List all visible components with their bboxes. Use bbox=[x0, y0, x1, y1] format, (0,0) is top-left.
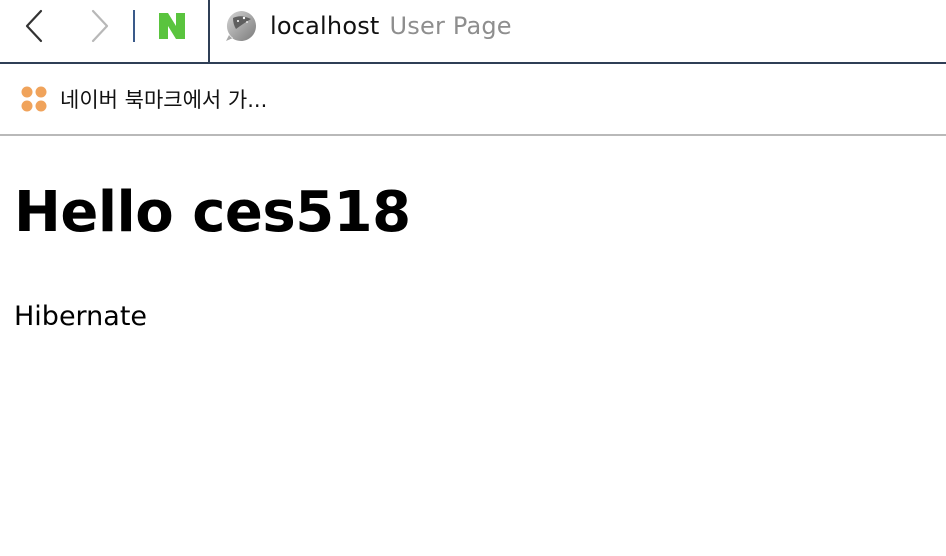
page-title-in-address: User Page bbox=[389, 12, 512, 40]
page-content: Hello ces518 Hibernate bbox=[0, 178, 946, 334]
address-divider bbox=[208, 0, 210, 62]
forward-button[interactable] bbox=[84, 8, 116, 44]
body-text: Hibernate bbox=[14, 301, 148, 332]
site-globe-icon bbox=[226, 11, 256, 41]
bookmark-label: 네이버 북마크에서 가... bbox=[60, 88, 268, 112]
browser-toolbar: localhost User Page bbox=[0, 0, 946, 64]
back-button[interactable] bbox=[18, 8, 50, 44]
chevron-right-icon bbox=[91, 9, 109, 43]
bookmarks-bar: 네이버 북마크에서 가... bbox=[0, 64, 946, 136]
address-bar[interactable]: localhost User Page bbox=[224, 7, 924, 45]
chevron-left-icon bbox=[25, 9, 43, 43]
naver-n-icon bbox=[159, 13, 185, 39]
bookmark-item-naver[interactable]: 네이버 북마크에서 가... bbox=[20, 84, 267, 114]
toolbar-divider bbox=[133, 10, 135, 42]
naver-home-button[interactable] bbox=[156, 10, 188, 42]
four-dots-icon bbox=[21, 86, 47, 112]
page-heading: Hello ces518 bbox=[14, 180, 411, 245]
address-host: localhost bbox=[270, 12, 380, 40]
